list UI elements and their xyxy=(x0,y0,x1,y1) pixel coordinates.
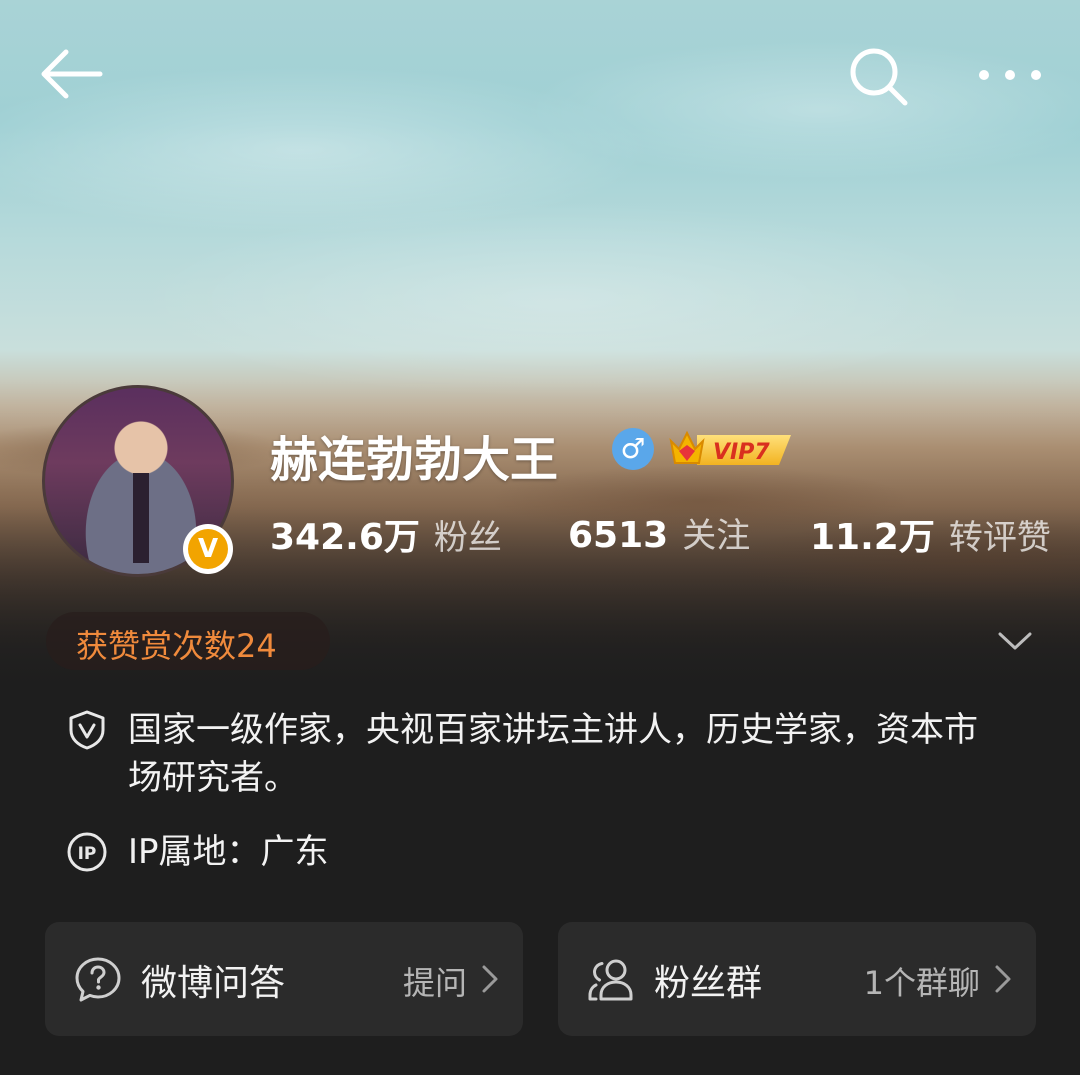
avatar-figure-tie xyxy=(133,473,149,563)
bio-row: 国家一级作家，央视百家讲坛主讲人，历史学家，资本市场研究者。 xyxy=(66,706,1026,806)
vip-label: VIP7 xyxy=(713,440,770,465)
stat-following[interactable]: 6513 关注 xyxy=(568,508,750,557)
vip-badge[interactable]: VIP7 xyxy=(667,425,795,469)
chevron-right-icon xyxy=(995,965,1011,993)
stat-interactions[interactable]: 11.2万 转评赞 xyxy=(810,508,1051,560)
top-bar xyxy=(0,0,1080,150)
interactions-count: 11.2万 xyxy=(810,517,935,558)
bio-text: 国家一级作家，央视百家讲坛主讲人，历史学家，资本市场研究者。 xyxy=(128,710,978,798)
username: 赫连勃勃大王 xyxy=(270,432,559,488)
reward-count-chip[interactable]: 获赞赏次数24 xyxy=(46,612,330,670)
fan-group-card[interactable]: 粉丝群 1个群聊 xyxy=(558,922,1036,1036)
chevron-down-icon[interactable] xyxy=(996,626,1034,656)
followers-count: 342.6万 xyxy=(270,517,420,558)
more-dots-icon[interactable] xyxy=(974,60,1046,90)
fan-group-title: 粉丝群 xyxy=(654,963,763,1004)
ask-question-link[interactable]: 提问 xyxy=(403,958,467,1004)
male-gender-icon: ♂ xyxy=(612,428,654,470)
group-users-icon xyxy=(588,959,633,1001)
chevron-right-icon xyxy=(482,965,498,993)
interactions-label: 转评赞 xyxy=(948,518,1051,558)
verified-badge: V xyxy=(183,524,233,574)
ip-icon: IP xyxy=(67,832,107,872)
weibo-qa-title: 微博问答 xyxy=(141,963,286,1004)
ip-location: IP属地：广东 xyxy=(128,832,329,872)
following-count: 6513 xyxy=(568,515,669,556)
question-bubble-icon xyxy=(75,957,121,1002)
stat-followers[interactable]: 342.6万 粉丝 xyxy=(270,508,502,560)
reward-count-text: 获赞赏次数24 xyxy=(76,627,277,665)
group-chat-count-link[interactable]: 1个群聊 xyxy=(864,958,980,1004)
shield-v-icon xyxy=(69,710,105,750)
followers-label: 粉丝 xyxy=(433,518,502,558)
profile-page: V 赫连勃勃大王 ♂ VIP7 342.6万 粉丝 6513 关注 11.2万 转评赞… xyxy=(0,0,1080,1075)
weibo-qa-card[interactable]: 微博问答 提问 xyxy=(45,922,523,1036)
ip-row: IP IP属地：广东 xyxy=(66,828,666,878)
verified-v-icon: V xyxy=(188,529,228,569)
svg-text:IP: IP xyxy=(78,844,97,864)
following-label: 关注 xyxy=(682,516,751,556)
back-arrow-icon[interactable] xyxy=(36,46,106,102)
search-icon[interactable] xyxy=(846,44,910,108)
